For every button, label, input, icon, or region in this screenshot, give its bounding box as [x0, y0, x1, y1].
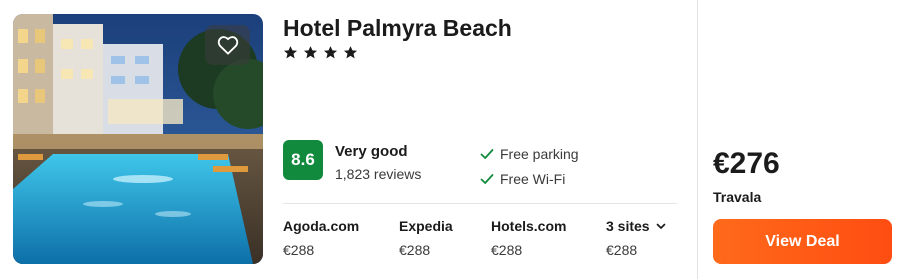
- view-deal-button[interactable]: View Deal: [713, 219, 892, 264]
- hotel-card: Hotel Palmyra Beach 8.6 Very good 1,823 …: [0, 0, 904, 279]
- rating-label: Very good: [335, 143, 408, 160]
- site-price-hotels[interactable]: Hotels.com €288: [491, 218, 566, 258]
- site-price: €288: [606, 242, 638, 258]
- review-count[interactable]: 1,823 reviews: [335, 166, 421, 182]
- divider: [697, 0, 698, 279]
- site-price: €288: [399, 242, 431, 258]
- site-price-expedia[interactable]: Expedia €288: [399, 218, 453, 258]
- site-name: Hotels.com: [491, 218, 567, 234]
- star-icon: [323, 46, 338, 59]
- chevron-down-icon: [656, 223, 665, 229]
- more-sites-dropdown[interactable]: 3 sites €288: [606, 218, 666, 258]
- divider: [283, 203, 677, 204]
- star-icon: [343, 46, 358, 59]
- site-price-agoda[interactable]: Agoda.com €288: [283, 218, 359, 258]
- check-icon: [480, 174, 494, 184]
- amenity-free-wifi: Free Wi-Fi: [480, 171, 565, 187]
- star-icon: [283, 46, 298, 59]
- site-name: Agoda.com: [283, 218, 360, 234]
- hotel-photo[interactable]: [13, 14, 263, 264]
- deal-provider: Travala: [713, 189, 762, 205]
- amenity-label: Free Wi-Fi: [500, 171, 566, 187]
- star-icon: [303, 46, 318, 59]
- hotel-name[interactable]: Hotel Palmyra Beach: [283, 15, 512, 42]
- favorite-button[interactable]: [205, 25, 250, 65]
- more-sites-label: 3 sites: [606, 218, 650, 234]
- star-rating: [283, 45, 358, 60]
- heart-icon: [217, 36, 238, 55]
- amenity-label: Free parking: [500, 146, 579, 162]
- site-price: €288: [283, 242, 315, 258]
- site-price: €288: [491, 242, 523, 258]
- amenity-free-parking: Free parking: [480, 146, 579, 162]
- deal-price: €276: [713, 147, 780, 180]
- check-icon: [480, 149, 494, 159]
- rating-score-badge: 8.6: [283, 140, 323, 180]
- more-sites-label-row: 3 sites: [606, 218, 666, 234]
- site-name: Expedia: [399, 218, 453, 234]
